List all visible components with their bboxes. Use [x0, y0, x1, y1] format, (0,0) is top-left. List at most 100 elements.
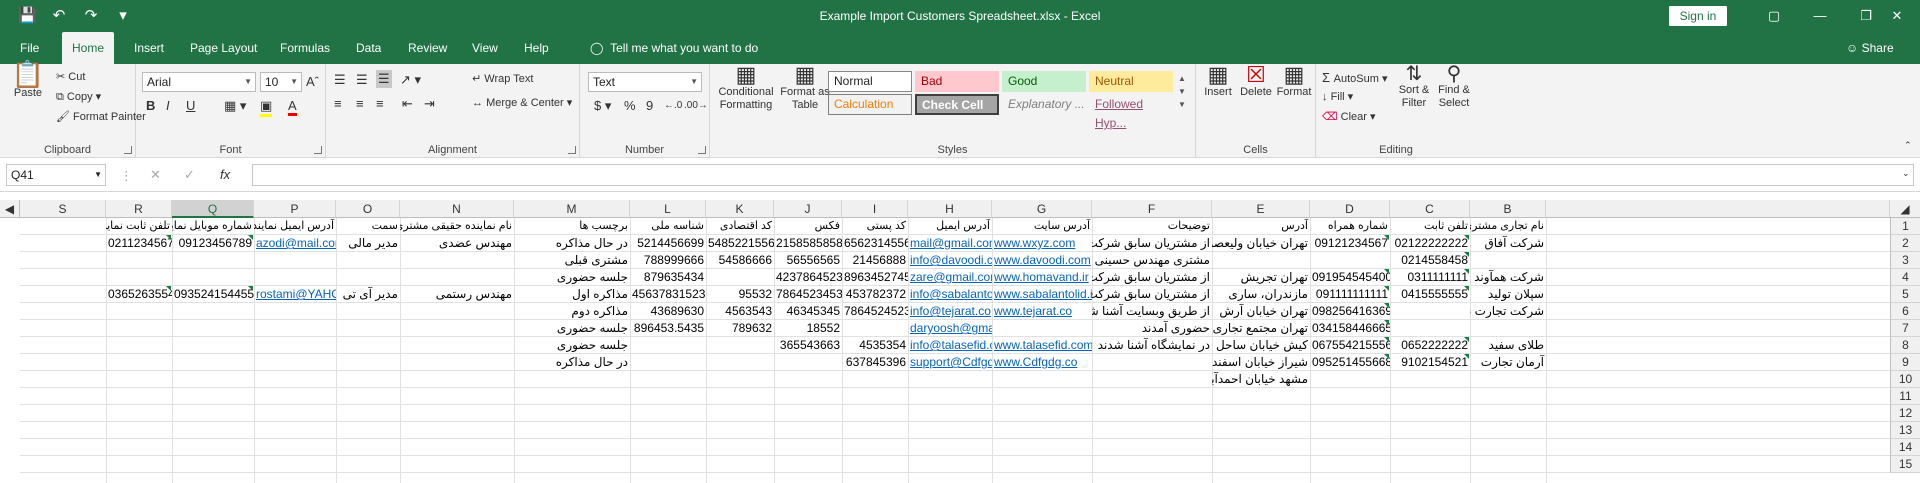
cancel-icon[interactable]: ✕ [150, 167, 161, 183]
cell-i2[interactable]: 6562314556 [842, 235, 908, 252]
merge-center-button[interactable]: ↔ Merge & Center ▾ [472, 96, 572, 109]
column-header-j[interactable]: J [774, 200, 842, 218]
cell-i9[interactable]: 637845396 [842, 354, 908, 371]
cell-i3[interactable]: 21456888 [842, 252, 908, 269]
insert-cells-button[interactable]: ▦ Insert [1200, 64, 1236, 99]
cell-j3[interactable]: 56556565 [774, 252, 842, 269]
cell-d5[interactable]: 091111111111 [1310, 286, 1390, 303]
cell-k5[interactable]: 95532 [706, 286, 774, 303]
column-header-k[interactable]: K [706, 200, 774, 218]
cell-c3[interactable]: 0214558458 [1390, 252, 1470, 269]
cell-h9[interactable]: support@Cdfgdg.co [908, 354, 992, 371]
cell-f1[interactable]: توضیحات [1092, 218, 1212, 235]
cell-h6[interactable]: info@tejarat.co [908, 303, 992, 320]
cell-j6[interactable]: 46345345 [774, 303, 842, 320]
cell-c2[interactable]: 02122222222 [1390, 235, 1470, 252]
format-as-table-button[interactable]: ▦ Format as Table [780, 64, 830, 112]
row-header-12[interactable]: 12 [1890, 405, 1920, 422]
tab-view[interactable]: View [462, 32, 508, 64]
cell-b9[interactable]: آرمان تجارت [1470, 354, 1546, 371]
cell-f6[interactable]: از طریق وبسایت آشنا شدند [1092, 303, 1212, 320]
cell-g6[interactable]: www.tejarat.co [992, 303, 1092, 320]
alignment-launcher-icon[interactable] [568, 146, 576, 154]
cell-r5[interactable]: 03652635544 [106, 286, 172, 303]
cell-n5[interactable]: مهندس رستمی [400, 286, 514, 303]
cell-b4[interactable]: شرکت همآوند [1470, 269, 1546, 286]
cell-n2[interactable]: مهندس عضدی [400, 235, 514, 252]
cell-k2[interactable]: 5485221556 [706, 235, 774, 252]
cell-m5[interactable]: مذاکره اول [514, 286, 630, 303]
cell-i1[interactable]: کد پستی [842, 218, 908, 235]
cell-f2[interactable]: از مشتریان سابق شرکت بوده [1092, 235, 1212, 252]
collapse-ribbon-icon[interactable]: ⌃ [1904, 140, 1912, 151]
cell-n1[interactable]: نام نماینده حقیقی مشتری [400, 218, 514, 235]
cell-h3[interactable]: info@davoodi.com [908, 252, 992, 269]
style-neutral[interactable]: Neutral [1089, 71, 1173, 92]
cell-f8[interactable]: در نمایشگاه آشنا شدند [1092, 337, 1212, 354]
cell-l7[interactable]: 896453.5435 [630, 320, 706, 337]
italic-button[interactable]: I [166, 98, 170, 113]
column-header-o[interactable]: O [336, 200, 400, 218]
align-right-icon[interactable]: ≡ [376, 96, 384, 111]
cell-p1[interactable]: آدرس ایمیل نماینده [254, 218, 336, 235]
row-header-2[interactable]: 2 [1890, 235, 1920, 252]
fill-color-icon[interactable]: ▣ [260, 98, 273, 117]
cell-p2[interactable]: azodi@mail.com [254, 235, 336, 252]
column-header-f[interactable]: F [1092, 200, 1212, 218]
cell-l6[interactable]: 43689630 [630, 303, 706, 320]
cell-k3[interactable]: 54586666 [706, 252, 774, 269]
column-header-q[interactable]: Q [172, 200, 254, 218]
row-header-9[interactable]: 9 [1890, 354, 1920, 371]
row-header-5[interactable]: 5 [1890, 286, 1920, 303]
increase-decimal-icon[interactable]: ←.0 [664, 100, 682, 111]
align-center-icon[interactable]: ≡ [356, 96, 364, 111]
copy-button[interactable]: ⧉ Copy ▾ [56, 90, 101, 104]
format-painter-button[interactable]: 🖌 Format Painter [56, 110, 146, 123]
cell-g4[interactable]: www.homavand.ir [992, 269, 1092, 286]
paste-button[interactable]: 📋 Paste [8, 61, 48, 100]
borders-icon[interactable]: ▦ ▾ [224, 98, 246, 114]
cell-b5[interactable]: سپلان تولید [1470, 286, 1546, 303]
align-left-icon[interactable]: ≡ [334, 96, 342, 111]
cell-e8[interactable]: کیش خیابان ساحل [1212, 337, 1310, 354]
cell-m4[interactable]: جلسه حضوری [514, 269, 630, 286]
cell-d6[interactable]: 098256416369 [1310, 303, 1390, 320]
cell-f4[interactable]: از مشتریان سابق شرکت بوده [1092, 269, 1212, 286]
align-middle-icon[interactable]: ☰ [356, 72, 368, 88]
decrease-decimal-icon[interactable]: .00→ [684, 100, 708, 111]
style-explanatory[interactable]: Explanatory ... [1002, 94, 1086, 115]
clipboard-launcher-icon[interactable] [124, 146, 132, 154]
cell-f5[interactable]: از مشتریان سابق شرکت بوده [1092, 286, 1212, 303]
cell-e1[interactable]: آدرس [1212, 218, 1310, 235]
cell-o5[interactable]: مدیر آی تی [336, 286, 400, 303]
cell-g2[interactable]: www.wxyz.com [992, 235, 1092, 252]
cell-i4[interactable]: 8963452745 [842, 269, 908, 286]
underline-button[interactable]: U [186, 98, 195, 113]
sort-filter-button[interactable]: ⇅ Sort & Filter [1396, 64, 1432, 110]
row-header-7[interactable]: 7 [1890, 320, 1920, 337]
formula-input[interactable] [252, 164, 1914, 186]
cell-g9[interactable]: www.Cdfgdg.co [992, 354, 1092, 371]
cell-h4[interactable]: zare@gmail.com [908, 269, 992, 286]
cell-d2[interactable]: 09121234567 [1310, 235, 1390, 252]
column-header-g[interactable]: G [992, 200, 1092, 218]
close-icon[interactable]: ✕ [1874, 0, 1920, 32]
row-header-1[interactable]: 1 [1890, 218, 1920, 235]
cell-i5[interactable]: 453782372 [842, 286, 908, 303]
cell-j8[interactable]: 365543663 [774, 337, 842, 354]
column-header-e[interactable]: E [1212, 200, 1310, 218]
cell-b8[interactable]: طلای سفید [1470, 337, 1546, 354]
column-header-d[interactable]: D [1310, 200, 1390, 218]
ribbon-display-options-icon[interactable]: ▢ [1751, 0, 1797, 32]
row-header-13[interactable]: 13 [1890, 422, 1920, 439]
cell-o1[interactable]: سمت [336, 218, 400, 235]
column-header-c[interactable]: C [1390, 200, 1470, 218]
cell-d4[interactable]: 091954545400 [1310, 269, 1390, 286]
row-header-11[interactable]: 11 [1890, 388, 1920, 405]
cell-j5[interactable]: 78645234532 [774, 286, 842, 303]
cell-h2[interactable]: mail@gmail.com [908, 235, 992, 252]
cell-k6[interactable]: 4563543 [706, 303, 774, 320]
insert-function-button[interactable]: fx [220, 167, 230, 182]
cell-f7[interactable]: حضوری آمدند [1092, 320, 1212, 337]
cell-h1[interactable]: آدرس ایمیل [908, 218, 992, 235]
